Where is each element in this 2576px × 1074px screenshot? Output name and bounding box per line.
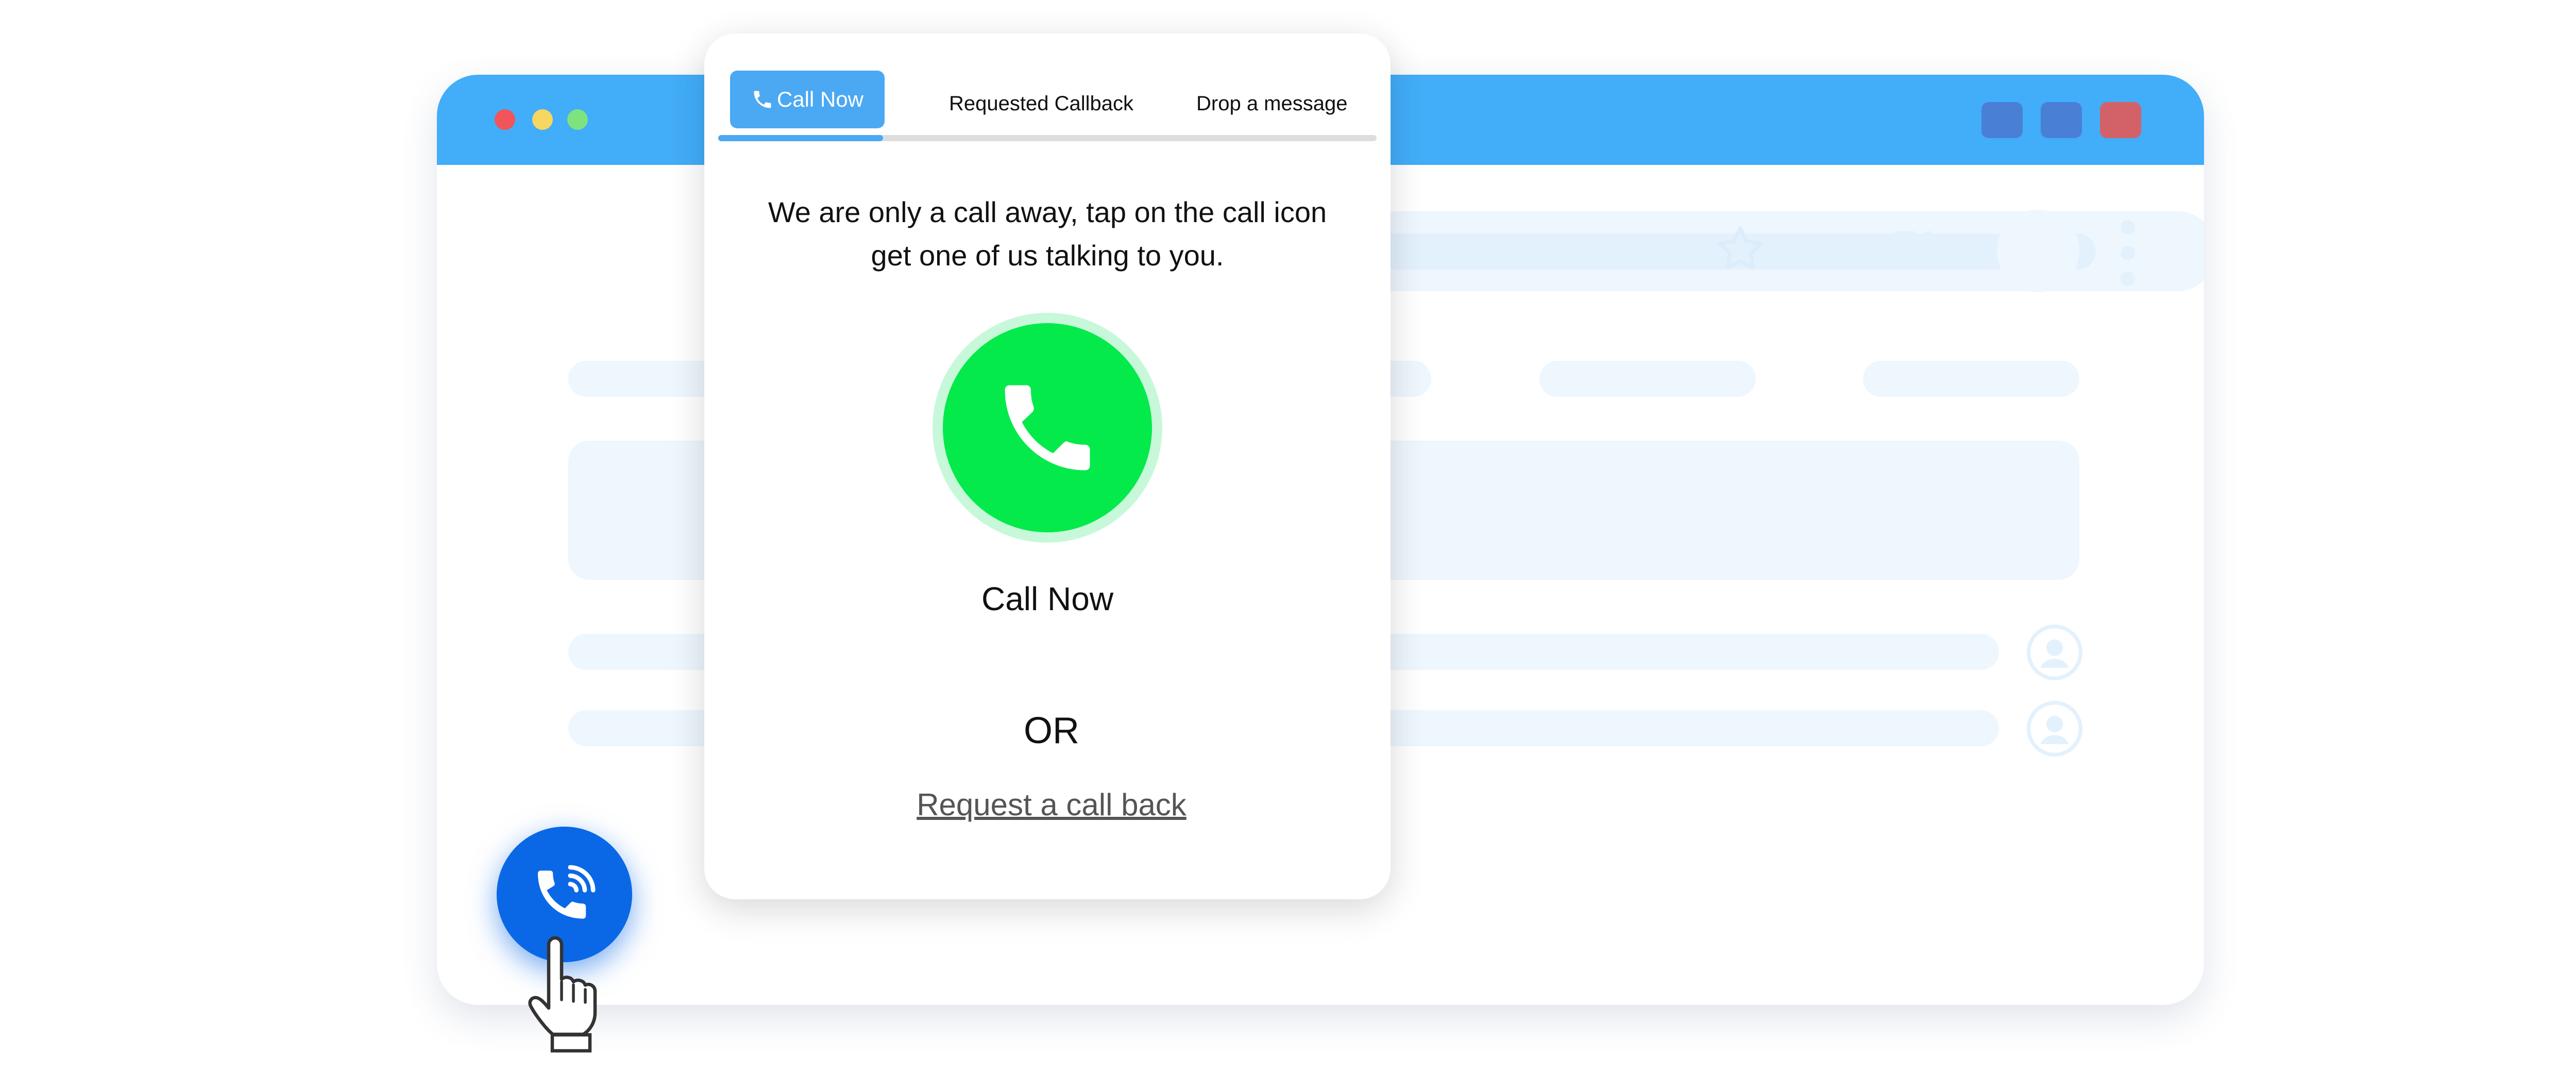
tab-progress-track — [718, 135, 1377, 141]
call-now-button[interactable] — [943, 323, 1152, 532]
window-button-3[interactable] — [2100, 102, 2141, 138]
tab-call-now[interactable]: Call Now — [730, 71, 885, 128]
or-separator: OR — [1024, 710, 1079, 751]
tab-requested-callback[interactable]: Requested Callback — [949, 92, 1133, 115]
close-dot[interactable] — [495, 109, 515, 130]
tab-drop-a-message[interactable]: Drop a message — [1196, 92, 1347, 115]
intro-message: We are only a call away, tap on the call… — [768, 196, 1327, 272]
call-widget-popup: Call Now Requested Callback Drop a messa… — [704, 33, 1391, 899]
puzzle-icon[interactable] — [1887, 224, 1944, 281]
request-callback-link[interactable]: Request a call back — [708, 787, 1395, 823]
user-icon — [2026, 624, 2083, 681]
kebab-menu-icon[interactable] — [2121, 220, 2136, 287]
phone-icon — [754, 91, 771, 108]
profile-avatar[interactable] — [1997, 210, 2079, 292]
phone-wifi-icon — [537, 865, 596, 919]
window-button-2[interactable] — [2041, 102, 2082, 138]
hand-pointer-icon — [528, 936, 597, 1053]
minimize-dot[interactable] — [532, 109, 553, 130]
call-now-label: Call Now — [981, 580, 1114, 617]
nav-placeholder-4 — [1863, 361, 2079, 397]
phone-icon — [1005, 385, 1090, 471]
tab-progress-fill — [718, 135, 883, 141]
star-icon[interactable] — [1712, 222, 1769, 278]
tab-call-now-label: Call Now — [776, 87, 864, 111]
nav-placeholder-3 — [1539, 361, 1756, 397]
maximize-dot[interactable] — [567, 109, 588, 130]
window-button-1[interactable] — [1981, 102, 2023, 138]
user-icon — [2026, 700, 2083, 757]
